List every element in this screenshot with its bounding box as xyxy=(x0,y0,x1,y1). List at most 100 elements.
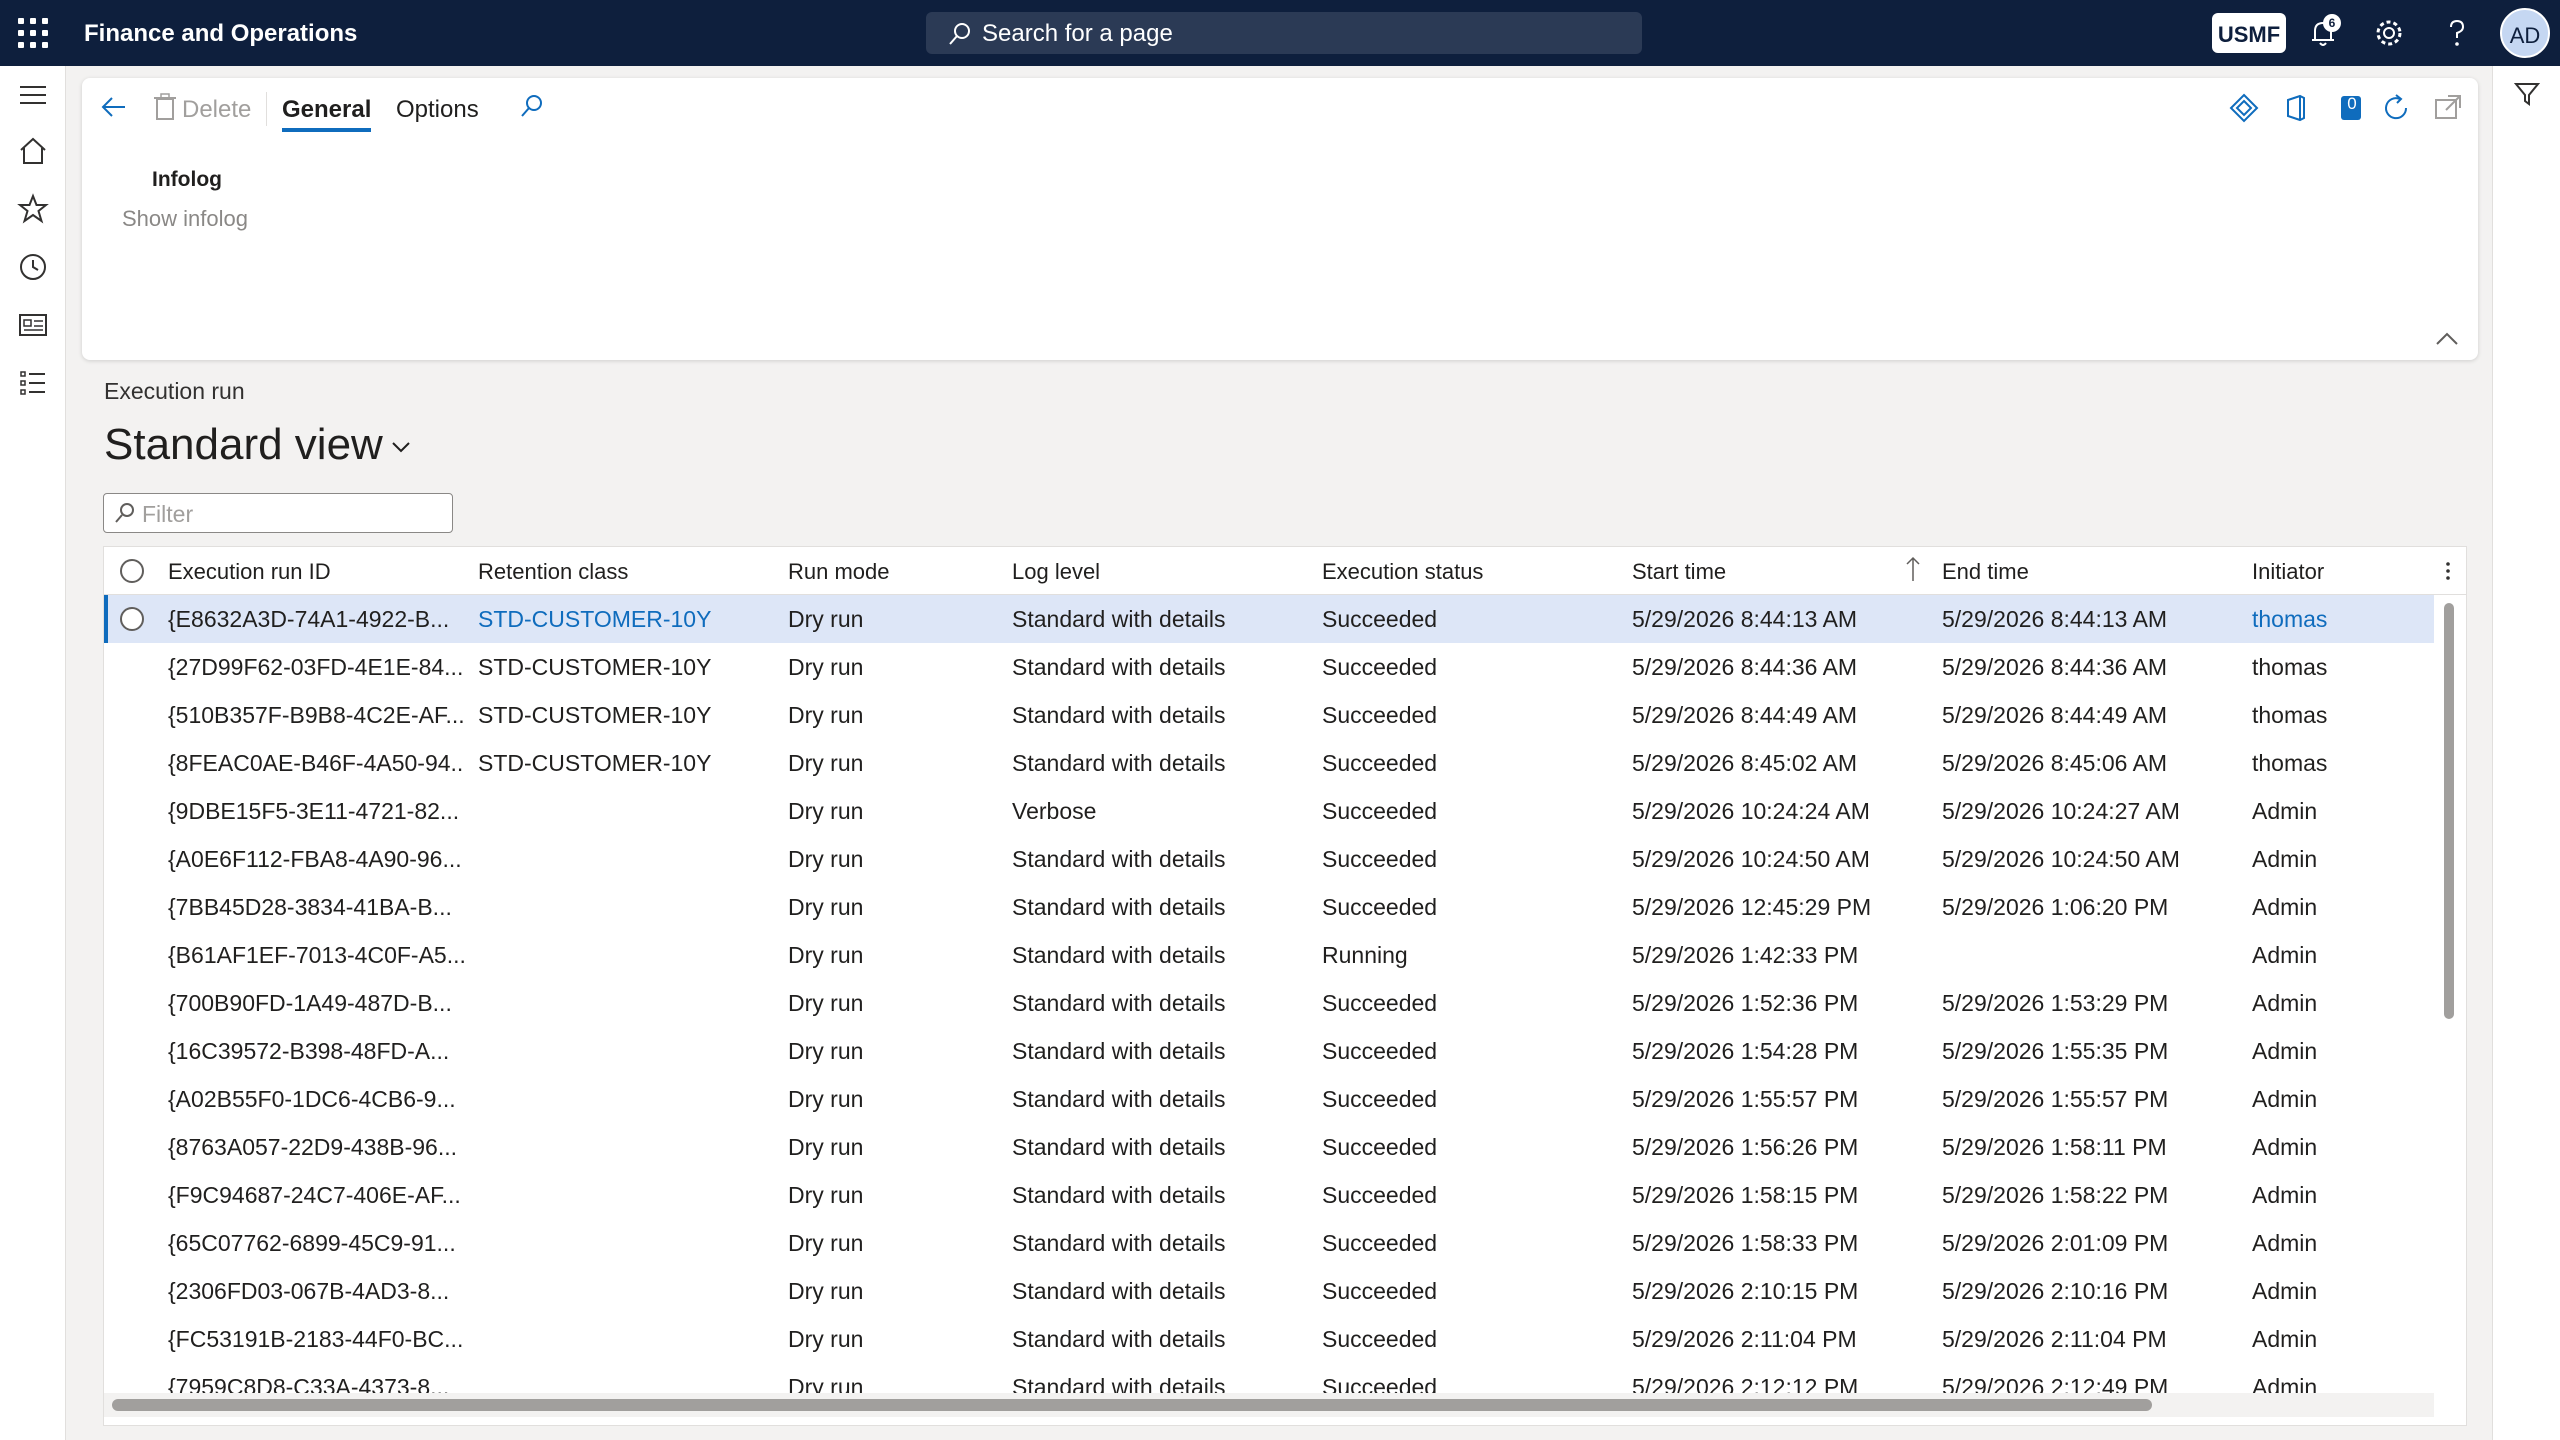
cell-initiator: thomas xyxy=(2252,606,2328,632)
cell-execution-status: Succeeded xyxy=(1322,1086,1438,1112)
cell-retention-class[interactable]: STD-CUSTOMER-10Y xyxy=(478,606,778,633)
show-infolog-button[interactable]: Show infolog xyxy=(122,206,248,232)
collapse-chevron-up-icon[interactable] xyxy=(2434,330,2460,348)
cell-start-time: 5/29/2026 1:58:33 PM xyxy=(1632,1230,1859,1256)
view-selector[interactable]: Standard view xyxy=(104,420,413,470)
search-input[interactable]: Search for a page xyxy=(926,12,1642,54)
cell-end-time: 5/29/2026 1:06:20 PM xyxy=(1942,894,2169,920)
app-title[interactable]: Finance and Operations xyxy=(84,20,357,48)
more-options-icon[interactable] xyxy=(2438,557,2458,585)
cell-execution-status: Succeeded xyxy=(1322,654,1438,680)
app-launcher-icon[interactable] xyxy=(18,18,48,48)
column-header-end-time[interactable]: End time xyxy=(1942,559,2029,585)
delete-button[interactable]: Delete xyxy=(182,96,251,124)
table-row[interactable]: {65C07762-6899-45C9-91... Dry run Standard… xyxy=(104,1219,2434,1267)
cell-execution-run-id[interactable]: {27D99F62-03FD-4E1E-84... xyxy=(168,654,464,681)
cell-log-level: Standard with details xyxy=(1012,1086,1226,1112)
cell-execution-status: Succeeded xyxy=(1322,702,1438,728)
table-row[interactable]: {27D99F62-03FD-4E1E-84... STD-CUSTOMER-10… xyxy=(104,643,2434,691)
vertical-scrollbar[interactable] xyxy=(2444,603,2454,1019)
open-new-window-icon[interactable] xyxy=(2432,92,2464,124)
column-header-run-mode[interactable]: Run mode xyxy=(788,559,890,585)
cell-execution-run-id[interactable]: {FC53191B-2183-44F0-BC... xyxy=(168,1326,464,1353)
cell-run-mode: Dry run xyxy=(788,942,864,968)
cell-execution-status: Succeeded xyxy=(1322,894,1438,920)
cell-log-level: Standard with details xyxy=(1012,1182,1226,1208)
power-apps-icon[interactable] xyxy=(2228,92,2260,124)
company-picker[interactable]: USMF xyxy=(2212,13,2286,53)
help-icon[interactable] xyxy=(2440,16,2474,50)
filter-search-icon xyxy=(115,503,134,523)
column-header-start-time[interactable]: Start time xyxy=(1632,559,1726,585)
table-row[interactable]: {F9C94687-24C7-406E-AF... Dry run Standard… xyxy=(104,1171,2434,1219)
cell-execution-run-id[interactable]: {8763A057-22D9-438B-96... xyxy=(168,1134,464,1161)
refresh-icon[interactable] xyxy=(2380,92,2412,124)
horizontal-scrollbar[interactable] xyxy=(112,1399,2152,1411)
chevron-down-icon xyxy=(392,442,410,453)
column-header-initiator[interactable]: Initiator xyxy=(2252,559,2324,585)
delete-trash-icon[interactable] xyxy=(152,92,178,122)
cell-execution-status: Running xyxy=(1322,942,1408,968)
cell-initiator: thomas xyxy=(2252,702,2328,728)
cell-execution-run-id[interactable]: {A02B55F0-1DC6-4CB6-9... xyxy=(168,1086,464,1113)
table-row[interactable]: {510B357F-B9B8-4C2E-AF... STD-CUSTOMER-10… xyxy=(104,691,2434,739)
settings-gear-icon[interactable] xyxy=(2372,16,2406,50)
column-header-execution-status[interactable]: Execution status xyxy=(1322,559,1483,585)
tab-general[interactable]: General xyxy=(282,96,372,132)
cell-execution-status: Succeeded xyxy=(1322,1134,1438,1160)
workspaces-icon[interactable] xyxy=(16,308,50,342)
column-header-retention-class[interactable]: Retention class xyxy=(478,559,628,585)
cell-execution-run-id[interactable]: {510B357F-B9B8-4C2E-AF... xyxy=(168,702,464,729)
table-row[interactable]: {E8632A3D-74A1-4922-B... STD-CUSTOMER-10Y… xyxy=(104,595,2434,643)
cell-execution-run-id[interactable]: {8FEAC0AE-B46F-4A50-94... xyxy=(168,750,464,777)
column-header-execution-run-id[interactable]: Execution run ID xyxy=(168,559,331,585)
cell-execution-run-id[interactable]: {2306FD03-067B-4AD3-8... xyxy=(168,1278,464,1305)
select-all-radio[interactable] xyxy=(120,559,144,583)
cell-retention-class[interactable]: STD-CUSTOMER-10Y xyxy=(478,750,778,777)
cell-log-level: Standard with details xyxy=(1012,1230,1226,1256)
favorites-star-icon[interactable] xyxy=(16,192,50,226)
cell-execution-run-id[interactable]: {7BB45D28-3834-41BA-B... xyxy=(168,894,464,921)
home-icon[interactable] xyxy=(16,134,50,168)
cell-start-time: 5/29/2026 1:55:57 PM xyxy=(1632,1086,1859,1112)
cell-run-mode: Dry run xyxy=(788,654,864,680)
modules-list-icon[interactable] xyxy=(16,366,50,400)
recent-clock-icon[interactable] xyxy=(16,250,50,284)
tab-options[interactable]: Options xyxy=(396,96,479,124)
cell-initiator: thomas xyxy=(2252,654,2328,680)
hamburger-menu-icon[interactable] xyxy=(16,78,50,112)
row-select-radio[interactable] xyxy=(120,607,144,631)
cell-execution-status: Succeeded xyxy=(1322,846,1438,872)
cell-execution-run-id[interactable]: {65C07762-6899-45C9-91... xyxy=(168,1230,464,1257)
cell-execution-run-id[interactable]: {9DBE15F5-3E11-4721-82... xyxy=(168,798,464,825)
table-row[interactable]: {2306FD03-067B-4AD3-8... Dry run Standard … xyxy=(104,1267,2434,1315)
cell-retention-class[interactable]: STD-CUSTOMER-10Y xyxy=(478,702,778,729)
back-arrow-icon[interactable] xyxy=(98,92,128,122)
cell-execution-run-id[interactable]: {16C39572-B398-48FD-A... xyxy=(168,1038,464,1065)
cell-retention-class[interactable]: STD-CUSTOMER-10Y xyxy=(478,654,778,681)
filter-input[interactable]: Filter xyxy=(103,493,453,533)
table-row[interactable]: {8763A057-22D9-438B-96... Dry run Standard… xyxy=(104,1123,2434,1171)
office-icon[interactable] xyxy=(2280,92,2312,124)
table-row[interactable]: {FC53191B-2183-44F0-BC... Dry run Standard… xyxy=(104,1315,2434,1363)
cell-execution-run-id[interactable]: {E8632A3D-74A1-4922-B... xyxy=(168,606,464,633)
cell-execution-run-id[interactable]: {F9C94687-24C7-406E-AF... xyxy=(168,1182,464,1209)
left-navigation xyxy=(0,66,66,1440)
cell-execution-run-id[interactable]: {B61AF1EF-7013-4C0F-A5... xyxy=(168,942,464,969)
cell-run-mode: Dry run xyxy=(788,1086,864,1112)
table-row[interactable]: {8FEAC0AE-B46F-4A50-94... STD-CUSTOMER-10… xyxy=(104,739,2434,787)
cell-execution-run-id[interactable]: {A0E6F112-FBA8-4A90-96... xyxy=(168,846,464,873)
table-row[interactable]: {A0E6F112-FBA8-4A90-96... Dry run Standard… xyxy=(104,835,2434,883)
table-row[interactable]: {7BB45D28-3834-41BA-B... Dry run Standard … xyxy=(104,883,2434,931)
action-search-icon[interactable] xyxy=(518,92,546,120)
filter-funnel-icon[interactable] xyxy=(2513,80,2541,108)
cell-log-level: Standard with details xyxy=(1012,942,1226,968)
table-row[interactable]: {700B90FD-1A49-487D-B... Dry run Standard … xyxy=(104,979,2434,1027)
cell-execution-run-id[interactable]: {700B90FD-1A49-487D-B... xyxy=(168,990,464,1017)
table-row[interactable]: {A02B55F0-1DC6-4CB6-9... Dry run Standard … xyxy=(104,1075,2434,1123)
user-avatar[interactable]: AD xyxy=(2500,8,2550,58)
column-header-log-level[interactable]: Log level xyxy=(1012,559,1100,585)
table-row[interactable]: {9DBE15F5-3E11-4721-82... Dry run Verbose S… xyxy=(104,787,2434,835)
table-row[interactable]: {B61AF1EF-7013-4C0F-A5... Dry run Standard… xyxy=(104,931,2434,979)
table-row[interactable]: {16C39572-B398-48FD-A... Dry run Standard … xyxy=(104,1027,2434,1075)
